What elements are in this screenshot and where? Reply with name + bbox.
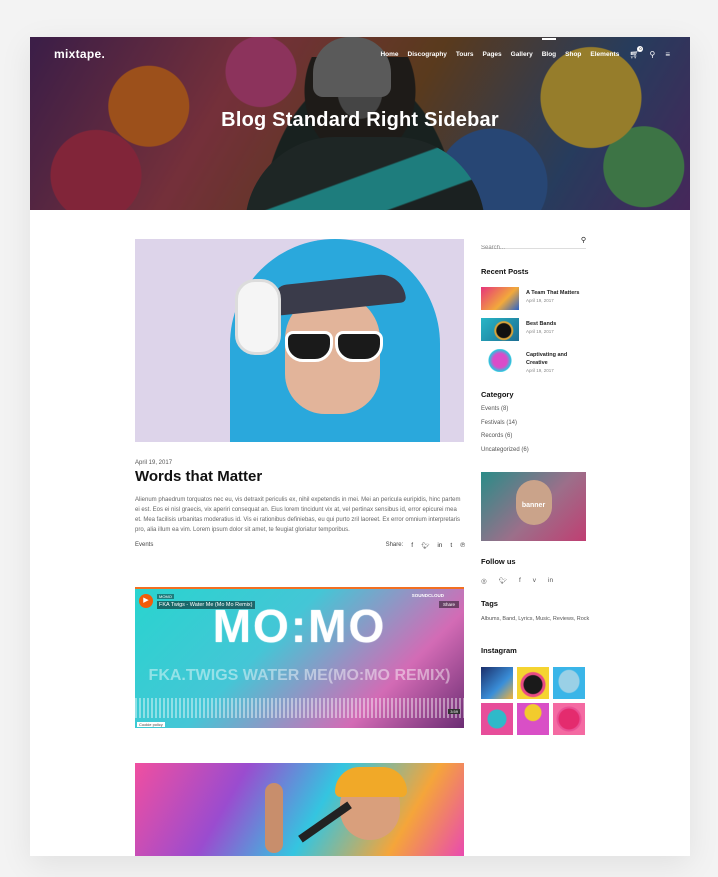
recent-post-title[interactable]: A Team That Matters xyxy=(526,289,588,297)
nav-pages[interactable]: Pages xyxy=(483,51,502,58)
twitter-icon[interactable]: 🐦︎ xyxy=(499,577,507,585)
nav-tours[interactable]: Tours xyxy=(456,51,474,58)
recent-post-title[interactable]: Captivating and Creative xyxy=(526,351,588,367)
share-label: Share: xyxy=(385,542,404,548)
post-title[interactable]: Words that Matter xyxy=(135,468,262,485)
post-meta: Events Share: f 🐦︎ in t ℗ xyxy=(135,542,465,552)
nav-discography[interactable]: Discography xyxy=(408,51,447,58)
linkedin-icon[interactable]: in xyxy=(437,542,442,550)
nav-blog[interactable]: Blog xyxy=(541,38,557,58)
menu-icon[interactable]: ≡ xyxy=(665,50,670,59)
recent-post-thumbnail[interactable] xyxy=(481,318,519,341)
nav-shop[interactable]: Shop xyxy=(565,51,581,58)
page-canvas: mixtape. Home Discography Tours Pages Ga… xyxy=(30,37,690,856)
audio-track-title[interactable]: FKA Twigs - Water Me (Mo Mo Remix) xyxy=(157,601,255,609)
soundcloud-logo[interactable]: SOUNDCLOUD xyxy=(412,593,444,598)
play-button[interactable]: ▶ xyxy=(139,594,153,608)
post-excerpt: Alienum phaedrum torquatos nec eu, vis d… xyxy=(135,497,461,533)
audio-artwork-subtitle: FKA.TWIGS WATER ME(MO:MO REMIX) xyxy=(148,667,451,684)
nav-gallery[interactable]: Gallery xyxy=(511,51,533,58)
vimeo-icon[interactable]: v xyxy=(533,577,536,585)
recent-post-item[interactable]: Captivating and Creative April 19, 2017 xyxy=(481,349,591,375)
category-title: Category xyxy=(481,390,514,399)
instagram-photo[interactable] xyxy=(553,667,585,699)
linkedin-icon[interactable]: in xyxy=(548,577,553,585)
post-featured-image[interactable] xyxy=(135,239,464,442)
soundcloud-player[interactable]: MO:MO FKA.TWIGS WATER ME(MO:MO REMIX) ▶ … xyxy=(135,587,464,728)
nav-home[interactable]: Home xyxy=(380,51,398,58)
nav-elements[interactable]: Elements xyxy=(590,51,619,58)
follow-icons: ◎ 🐦︎ f v in xyxy=(481,577,553,585)
cookie-policy-link[interactable]: Cookie policy xyxy=(137,722,165,727)
instagram-icon[interactable]: ◎ xyxy=(481,577,487,585)
recent-post-item[interactable]: Best Bands April 19, 2017 xyxy=(481,318,591,344)
recent-post-date: April 19, 2017 xyxy=(526,298,554,303)
instagram-photo[interactable] xyxy=(517,703,549,735)
sidebar-search: ⚲ xyxy=(481,236,586,251)
post-image-singer[interactable] xyxy=(135,763,464,856)
instagram-photo[interactable] xyxy=(481,667,513,699)
recent-post-date: April 19, 2017 xyxy=(526,329,554,334)
instagram-photo[interactable] xyxy=(517,667,549,699)
sidebar-banner[interactable]: banner xyxy=(481,472,586,541)
audio-waveform[interactable] xyxy=(135,698,464,718)
post-category-link[interactable]: Events xyxy=(135,542,153,548)
recent-post-item[interactable]: A Team That Matters April 19, 2017 xyxy=(481,287,591,313)
audio-user[interactable]: MOMO xyxy=(157,594,174,599)
banner-label: banner xyxy=(521,502,546,509)
category-link[interactable]: Records (6) xyxy=(481,433,512,439)
instagram-title: Instagram xyxy=(481,646,517,655)
category-link[interactable]: Uncategorized (6) xyxy=(481,447,529,453)
tag-cloud[interactable]: Albums, Band, Lyrics, Music, Reviews, Ro… xyxy=(481,614,591,624)
recent-post-date: April 19, 2017 xyxy=(526,368,554,373)
audio-duration: 3:59 xyxy=(448,709,460,714)
instagram-grid xyxy=(481,667,587,735)
pinterest-icon[interactable]: ℗ xyxy=(460,542,465,550)
facebook-icon[interactable]: f xyxy=(411,542,413,550)
facebook-icon[interactable]: f xyxy=(519,577,521,585)
cart-count-badge: 0 xyxy=(637,46,644,52)
follow-us-title: Follow us xyxy=(481,557,516,566)
search-icon[interactable]: ⚲ xyxy=(581,236,586,244)
instagram-photo[interactable] xyxy=(553,703,585,735)
recent-post-thumbnail[interactable] xyxy=(481,349,519,372)
hero-banner: mixtape. Home Discography Tours Pages Ga… xyxy=(30,37,690,210)
cart-icon[interactable]: 🛒︎ 0 xyxy=(629,46,644,59)
instagram-photo[interactable] xyxy=(481,703,513,735)
recent-post-title[interactable]: Best Bands xyxy=(526,320,588,328)
tumblr-icon[interactable]: t xyxy=(450,542,452,550)
category-link[interactable]: Events (8) xyxy=(481,406,508,412)
search-icon[interactable]: ⚲ xyxy=(649,50,655,59)
post-date[interactable]: April 19, 2017 xyxy=(135,460,172,466)
headphones-shape xyxy=(235,279,281,355)
main-nav: Home Discography Tours Pages Gallery Blo… xyxy=(371,38,670,59)
tags-title: Tags xyxy=(481,599,498,608)
share-links: Share: f 🐦︎ in t ℗ xyxy=(386,542,465,550)
page-title: Blog Standard Right Sidebar xyxy=(221,109,499,131)
recent-posts-title: Recent Posts xyxy=(481,267,529,276)
recent-post-thumbnail[interactable] xyxy=(481,287,519,310)
search-input[interactable] xyxy=(481,245,571,251)
site-logo[interactable]: mixtape. xyxy=(54,47,105,61)
audio-share-button[interactable]: Share xyxy=(438,601,459,608)
category-link[interactable]: Festivals (14) xyxy=(481,420,517,426)
twitter-icon[interactable]: 🐦︎ xyxy=(421,542,429,550)
